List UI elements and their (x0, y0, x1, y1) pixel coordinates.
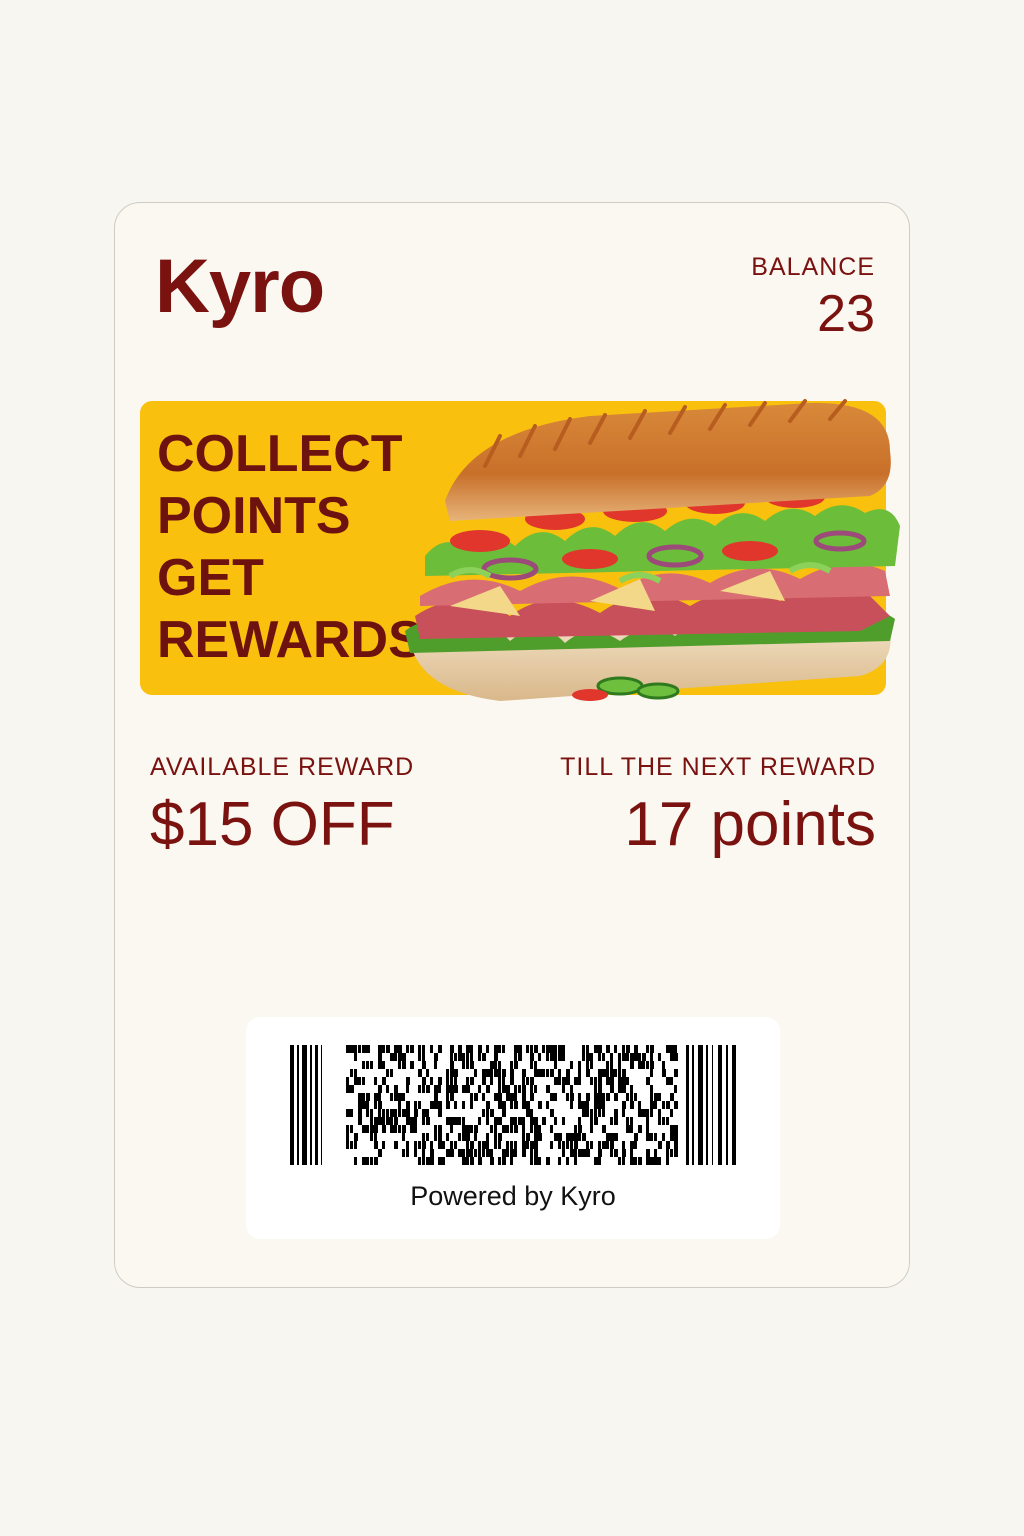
balance-value: 23 (817, 285, 875, 343)
promo-line-3: GET (157, 549, 264, 607)
promo-banner: COLLECT POINTS GET REWARDS (140, 399, 900, 701)
balance-label: BALANCE (751, 253, 875, 281)
balance-block: BALANCE 23 (751, 253, 875, 343)
loyalty-card[interactable]: Kyro BALANCE 23 COLLECT POINTS GET REWAR… (114, 202, 910, 1288)
barcode-image (290, 1045, 736, 1165)
promo-line-1: COLLECT (157, 425, 403, 483)
barcode-panel[interactable]: Powered by Kyro (246, 1017, 780, 1239)
promo-headline: COLLECT POINTS GET REWARDS (157, 423, 423, 671)
promo-line-2: POINTS (157, 487, 351, 545)
available-reward: AVAILABLE REWARD $15 OFF (150, 755, 414, 856)
next-reward-label: TILL THE NEXT REWARD (560, 753, 876, 781)
sandwich-image (405, 399, 900, 701)
brand-logo: Kyro (155, 244, 325, 329)
powered-by-label: Powered by Kyro (410, 1181, 616, 1211)
next-reward: TILL THE NEXT REWARD 17 points (560, 755, 876, 856)
available-reward-label: AVAILABLE REWARD (150, 753, 415, 781)
available-reward-value: $15 OFF (150, 790, 395, 859)
next-reward-value: 17 points (624, 790, 876, 859)
promo-line-4: REWARDS (157, 611, 423, 669)
